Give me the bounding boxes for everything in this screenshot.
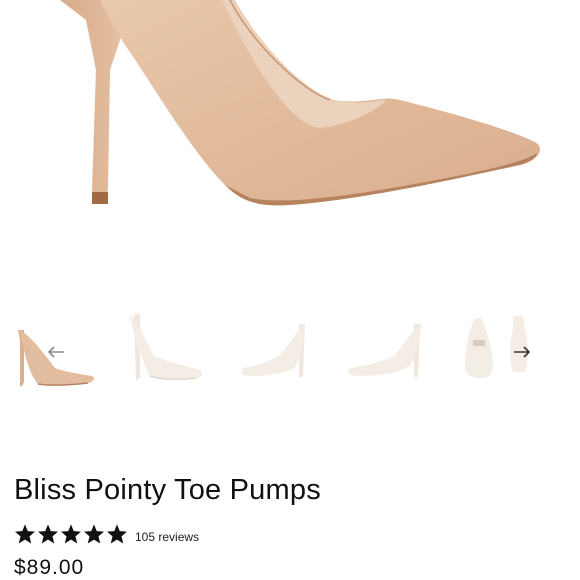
carousel-prev-button[interactable] (44, 340, 68, 364)
ivory-pump-side-thumbnail[interactable] (340, 300, 430, 400)
ivory-pump-front-thumbnail[interactable] (235, 300, 320, 400)
arrow-right-icon (510, 340, 534, 364)
product-title: Bliss Pointy Toe Pumps (14, 474, 321, 506)
carousel-next-button[interactable] (510, 340, 534, 364)
arrow-left-icon (44, 340, 68, 364)
star-icon (61, 524, 81, 544)
star-icon (15, 524, 35, 544)
ivory-pump-back-thumbnail[interactable] (455, 300, 505, 400)
product-rating[interactable]: 105 reviews (14, 521, 199, 547)
star-icon (84, 524, 104, 544)
star-rating (14, 523, 128, 545)
star-icon (38, 524, 58, 544)
product-price: $89.00 (14, 556, 85, 579)
reviews-link[interactable]: 105 reviews (135, 525, 199, 544)
star-icon (107, 524, 127, 544)
product-main-image[interactable] (0, 0, 580, 290)
ivory-pump-angle-thumbnail[interactable] (120, 300, 210, 400)
nude-pump-illustration (60, 0, 540, 206)
thumbnail-carousel (0, 300, 580, 400)
